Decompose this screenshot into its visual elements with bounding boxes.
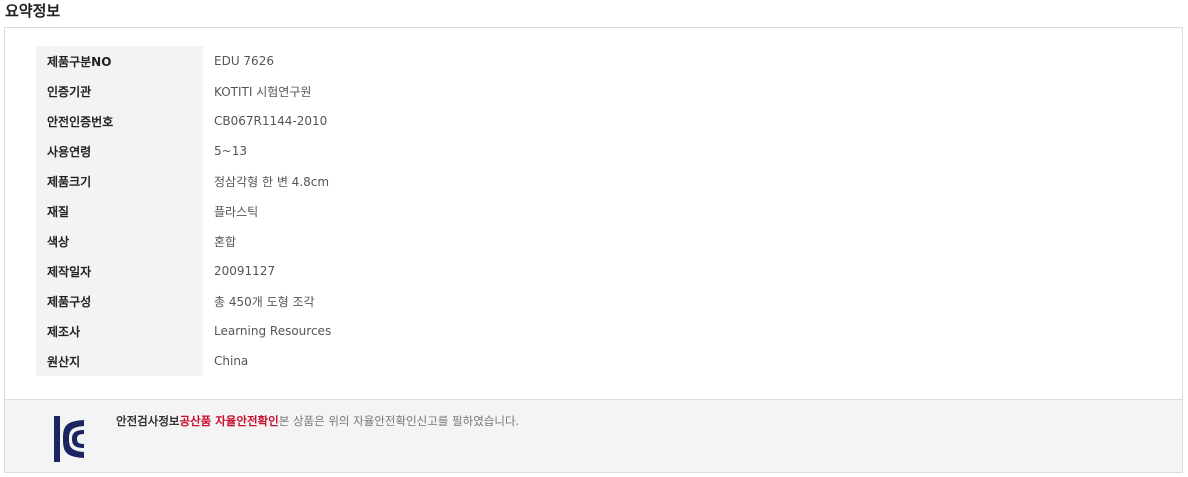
spec-label: 제품크기 <box>36 166 203 196</box>
spec-label: 제품구분NO <box>36 46 203 76</box>
spec-label: 색상 <box>36 226 203 256</box>
spec-value: EDU 7626 <box>214 54 274 68</box>
safety-label: 안전검사정보 <box>116 414 180 428</box>
spec-label: 사용연령 <box>36 136 203 166</box>
spec-value: KOTITI 시험연구원 <box>214 84 312 99</box>
summary-info-box: 제품구분NO EDU 7626 인증기관 KOTITI 시험연구원 안전인증번호… <box>4 27 1183 473</box>
spec-row: 재질 플라스틱 <box>36 196 331 226</box>
spec-value: China <box>214 354 249 368</box>
spec-row: 제품구분NO EDU 7626 <box>36 46 331 76</box>
spec-value: 플라스틱 <box>214 204 259 219</box>
spec-value: 혼합 <box>214 234 237 249</box>
spec-value: 20091127 <box>214 264 276 278</box>
spec-row: 제품구성 총 450개 도형 조각 <box>36 286 331 316</box>
spec-row: 원산지 China <box>36 346 331 376</box>
spec-label: 원산지 <box>36 346 203 376</box>
spec-label: 재질 <box>36 196 203 226</box>
spec-row: 제품크기 정삼각형 한 변 4.8cm <box>36 166 331 196</box>
safety-inspection-panel: 안전검사정보공산품 자율안전확인본 상품은 위의 자율안전확인신고를 필하였습니… <box>5 399 1182 472</box>
spec-label: 제품구성 <box>36 286 203 316</box>
spec-label: 제작일자 <box>36 256 203 286</box>
spec-label: 제조사 <box>36 316 203 346</box>
spec-row: 안전인증번호 CB067R1144-2010 <box>36 106 331 136</box>
spec-row: 제조사 Learning Resources <box>36 316 331 346</box>
spec-value: CB067R1144-2010 <box>214 114 328 128</box>
spec-value: 5~13 <box>214 144 247 158</box>
safety-info-text: 안전검사정보공산품 자율안전확인본 상품은 위의 자율안전확인신고를 필하였습니… <box>116 413 519 429</box>
safety-statement: 본 상품은 위의 자율안전확인신고를 필하였습니다. <box>278 414 520 428</box>
spec-value: 정삼각형 한 변 4.8cm <box>214 174 330 189</box>
spec-row: 색상 혼합 <box>36 226 331 256</box>
page-title: 요약정보 <box>5 2 61 20</box>
safety-category: 공산품 자율안전확인 <box>179 414 279 428</box>
spec-row: 인증기관 KOTITI 시험연구원 <box>36 76 331 106</box>
spec-row: 사용연령 5~13 <box>36 136 331 166</box>
spec-row: 제작일자 20091127 <box>36 256 331 286</box>
spec-table: 제품구분NO EDU 7626 인증기관 KOTITI 시험연구원 안전인증번호… <box>36 46 331 376</box>
spec-label: 안전인증번호 <box>36 106 203 136</box>
spec-label: 인증기관 <box>36 76 203 106</box>
spec-value: 총 450개 도형 조각 <box>214 294 315 309</box>
spec-value: Learning Resources <box>214 324 332 338</box>
kc-certification-icon <box>54 416 84 462</box>
